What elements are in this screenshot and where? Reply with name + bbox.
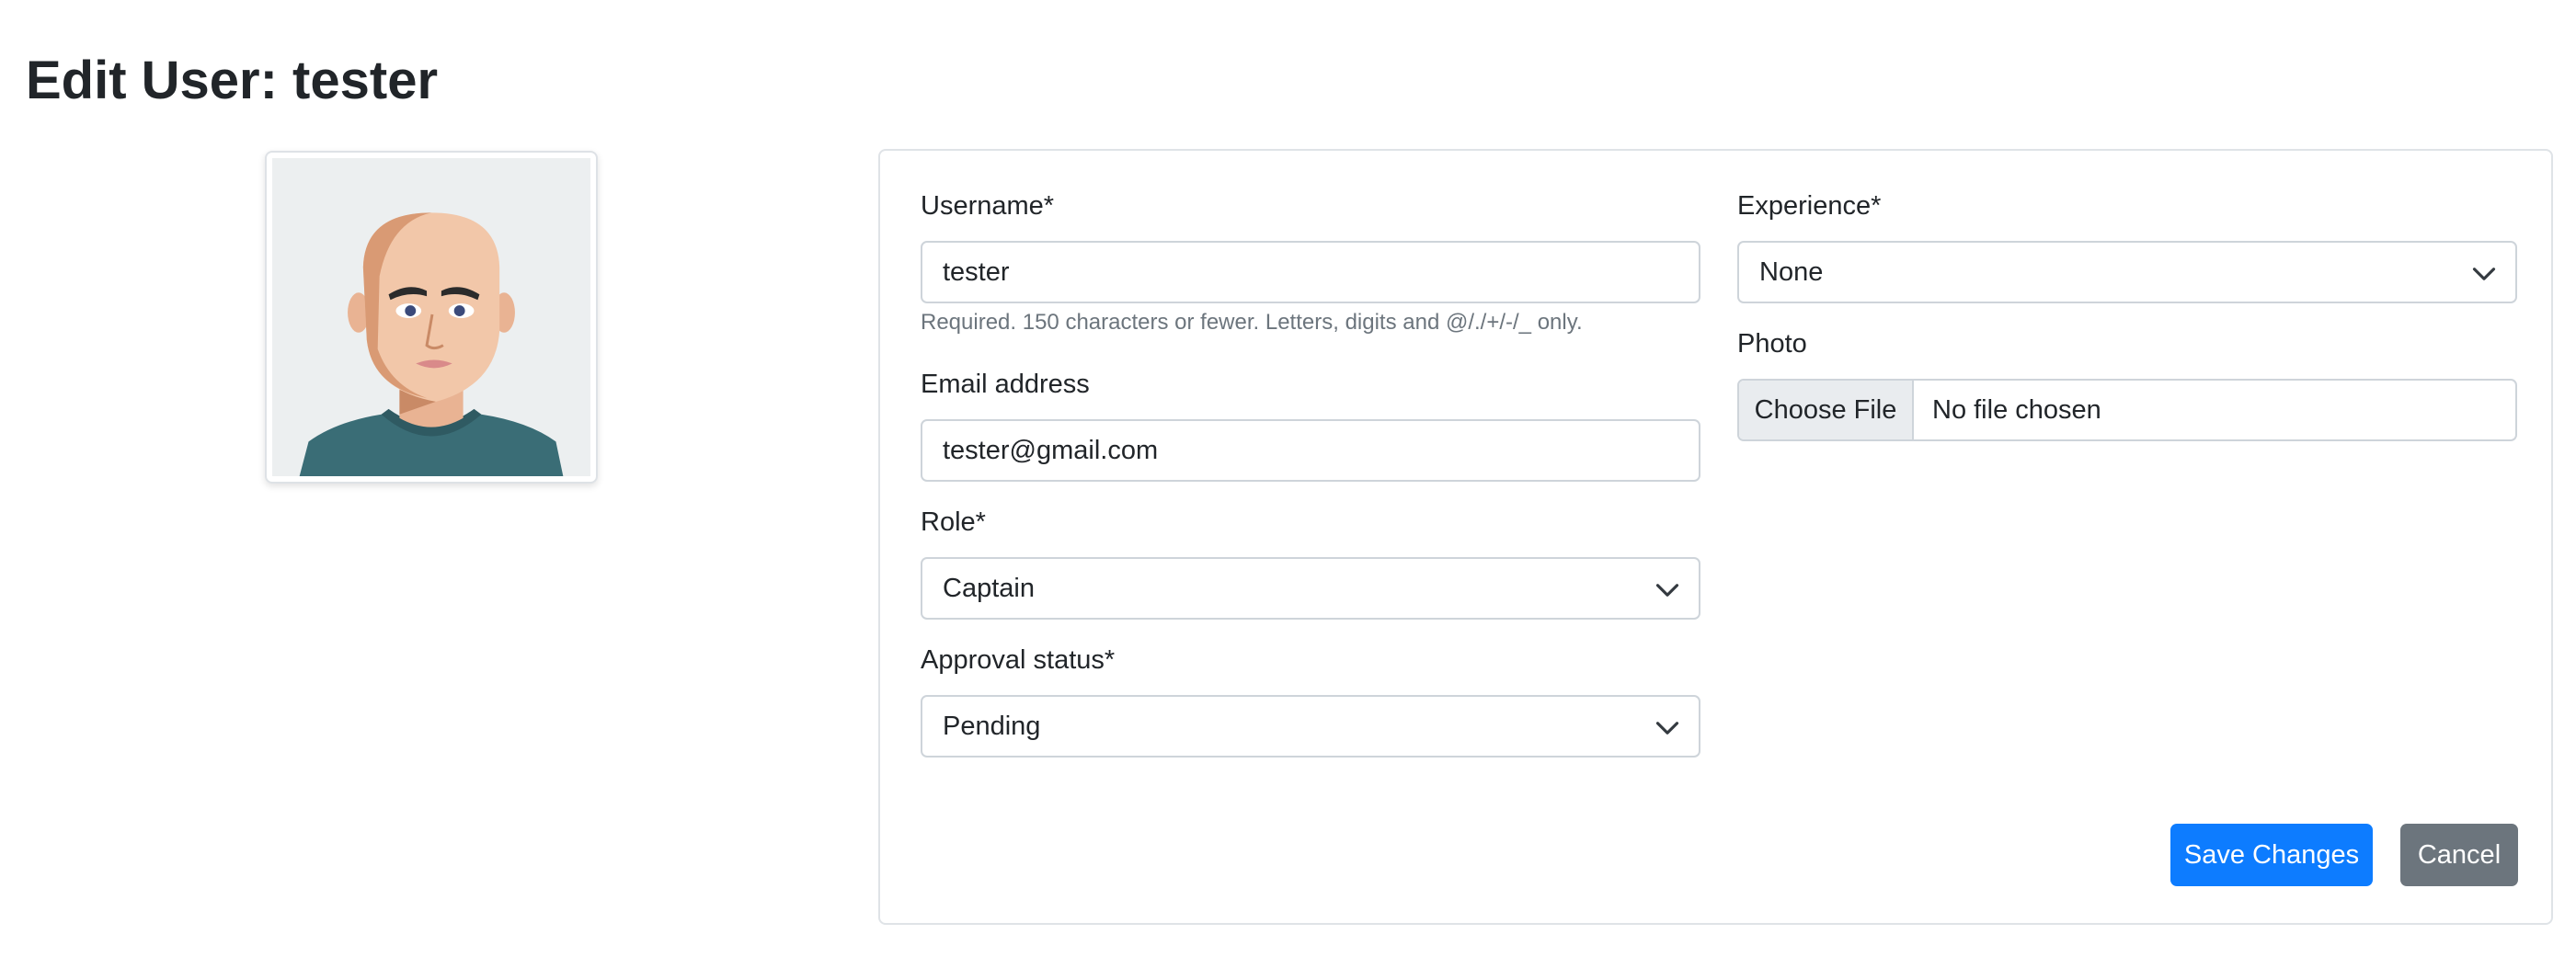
chevron-down-icon: [1655, 584, 1679, 597]
username-help-text: Required. 150 characters or fewer. Lette…: [921, 310, 1583, 335]
user-avatar: [265, 151, 598, 484]
role-select[interactable]: Captain: [921, 557, 1700, 620]
approval-status-selected-value: Pending: [943, 712, 1041, 741]
role-label: Role*: [921, 507, 986, 537]
cancel-button[interactable]: Cancel: [2400, 824, 2518, 886]
photo-label: Photo: [1737, 329, 1807, 359]
page-title: Edit User: tester: [26, 51, 439, 110]
approval-status-select[interactable]: Pending: [921, 695, 1700, 758]
file-status-text: No file chosen: [1932, 395, 2101, 425]
experience-label: Experience*: [1737, 191, 1882, 221]
avatar-illustration: [272, 158, 590, 476]
email-input[interactable]: tester@gmail.com: [921, 419, 1700, 482]
username-label: Username*: [921, 191, 1055, 221]
experience-select[interactable]: None: [1737, 241, 2517, 303]
photo-file-input[interactable]: Choose File No file chosen: [1737, 379, 2517, 441]
save-changes-button[interactable]: Save Changes: [2170, 824, 2373, 886]
email-label: Email address: [921, 370, 1090, 399]
username-input[interactable]: tester: [921, 241, 1700, 303]
role-selected-value: Captain: [943, 574, 1035, 603]
choose-file-button[interactable]: Choose File: [1739, 381, 1914, 439]
edit-user-form: Username* tester Required. 150 character…: [878, 149, 2553, 925]
approval-status-label: Approval status*: [921, 645, 1116, 675]
experience-selected-value: None: [1759, 257, 1824, 287]
chevron-down-icon: [2472, 268, 2496, 280]
chevron-down-icon: [1655, 722, 1679, 735]
